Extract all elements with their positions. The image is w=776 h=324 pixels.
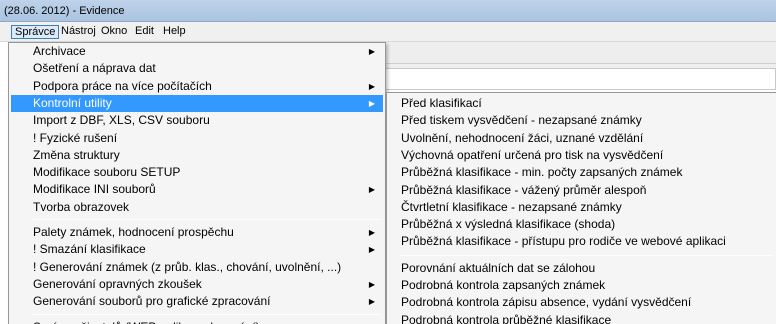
submenu-item-ctvrtletni-klasifikace-nezapsane-znamky[interactable]: Čtvrtletní klasifikace - nezapsané známk… [389,199,775,216]
menu-item-fyzicke-ruseni[interactable]: ! Fyzické rušení [11,130,383,147]
menu-spravce[interactable]: Správce [11,25,60,39]
menu-okno[interactable]: Okno [98,25,130,39]
submenu-item-porovnani-aktualnich-dat-se-zalohou[interactable]: Porovnání aktuálních dat se zálohou [389,260,775,277]
menu-item-sprava-uzivatelu-web-aplikace-logovani[interactable]: Správa uživatelů (WEB aplikace, logování… [11,319,383,324]
menu-item-modifikace-ini-souboru[interactable]: Modifikace INI souborů ▶ [11,181,383,198]
submenu-item-label: Uvolnění, nehodnocení žáci, uznané vzděl… [401,130,644,145]
menu-help[interactable]: Help [160,25,189,39]
menu-item-label: Generování souborů pro grafické zpracová… [33,294,271,309]
submenu-item-label: Podrobná kontrola zapsaných známek [401,278,606,292]
submenu-item-label: Průběžná x výsledná klasifikace (shoda) [401,217,616,232]
triangle-right-icon: ▶ [368,47,375,56]
triangle-right-icon: ▶ [368,228,375,237]
triangle-right-icon: ▶ [368,245,375,255]
title-bar: (28.06. 2012) - Evidence [0,0,776,22]
menu-bar: Správce Nástroj Okno Edit Help [0,22,776,42]
submenu-item-podrobna-kontrola-zapisu-absence-vydani-[interactable]: Podrobná kontrola zápisu absence, vydání… [389,294,775,311]
menu-item-label: Kontrolní utility [33,95,112,110]
window-title: (28.06. 2012) - Evidence [4,5,125,17]
menu-item-generovani-znamek-z-prub-klas-chovani-uv[interactable]: ! Generování známek (z průb. klas., chov… [11,259,383,276]
menu-item-palety-znamek-hodnoceni-prospechu[interactable]: Palety známek, hodnocení prospěchu ▶ [11,224,383,241]
menu-item-label: Správa uživatelů (WEB aplikace, logování… [33,320,260,324]
menu-item-kontrolni-utility[interactable]: Kontrolní utility ▶ [11,94,383,112]
submenu-item-label: Výchovná opatření určená pro tisk na vys… [401,147,664,162]
menu-item-label: ! Smazání klasifikace [33,242,146,257]
menu-item-generovani-souboru-pro-graficke-zpracova[interactable]: Generování souborů pro grafické zpracová… [11,293,383,310]
menu-item-label: ! Fyzické rušení [33,130,118,145]
menu-item-label: Palety známek, hodnocení prospěchu [33,225,234,239]
triangle-right-icon: ▶ [368,279,375,289]
submenu-item-label: Průběžná klasifikace - přístupu pro rodi… [401,234,726,249]
menu-item-archivace[interactable]: Archivace ▶ [11,43,383,60]
menu-item-label: Archivace [33,44,86,58]
menu-item-label: Podpora práce na více počítačích [33,78,212,93]
submenu-item-podrobna-kontrola-prubezne-klasifikace[interactable]: Podrobná kontrola průběžné klasifikace [389,312,775,324]
menu-nastroj[interactable]: Nástroj [58,25,99,39]
submenu-item-label: Průběžná klasifikace - min. počty zapsan… [401,165,683,180]
triangle-right-icon: ▶ [369,319,375,324]
submenu-item-label: Porovnání aktuálních dat se zálohou [401,260,596,275]
menu-item-label: Tvorba obrazovek [33,199,130,214]
menu-item-podpora-prace-na-vice-pocitacich[interactable]: Podpora práce na více počítačích ▶ [11,78,383,95]
submenu-item-label: Před tiskem vysvědčení - nezapsané známk… [401,113,642,128]
submenu-item-label: Podrobná kontrola průběžné klasifikace [401,312,612,324]
triangle-right-icon: ▶ [368,81,375,91]
menu-separator [31,219,381,220]
submenu-item-prubezna-klasifikace-min-pocty-zapsanych[interactable]: Průběžná klasifikace - min. počty zapsan… [389,164,775,181]
menu-item-osetreni-a-naprava-dat[interactable]: Ošetření a náprava dat [11,60,383,77]
submenu-item-pred-klasifikaci[interactable]: Před klasifikací [389,95,775,112]
submenu-item-uvolneni-nehodnoceni-zaci-uznane-vzdelan[interactable]: Uvolnění, nehodnocení žáci, uznané vzděl… [389,130,775,147]
spravce-dropdown-menu: Archivace ▶ Ošetření a náprava dat Podpora … [8,42,386,324]
menu-item-modifikace-souboru-setup[interactable]: Modifikace souboru SETUP [11,164,383,181]
background-input[interactable] [384,68,776,90]
submenu-item-vychovna-opatreni-urcena-pro-tisk-na-vys[interactable]: Výchovná opatření určená pro tisk na vys… [389,147,775,164]
menu-item-generovani-opravnych-zkousek[interactable]: Generování opravných zkoušek ▶ [11,276,383,293]
menu-item-label: Modifikace INI souborů [33,182,156,197]
submenu-item-prubezna-x-vysledna-klasifikace-shoda[interactable]: Průběžná x výsledná klasifikace (shoda) [389,216,775,233]
background-toolbar [384,42,776,64]
triangle-right-icon: ▶ [368,185,375,195]
menu-item-label: Generování opravných zkoušek [33,276,202,291]
submenu-separator [399,254,773,256]
menu-separator [31,313,381,315]
menu-item-import-z-dbf-xls-csv-souboru[interactable]: Import z DBF, XLS, CSV souboru [11,112,383,129]
submenu-item-pred-tiskem-vysvedceni-nezapsane-znamky[interactable]: Před tiskem vysvědčení - nezapsané známk… [389,112,775,129]
submenu-item-podrobna-kontrola-zapsanych-znamek[interactable]: Podrobná kontrola zapsaných známek [389,277,775,294]
submenu-item-label: Průběžná klasifikace - vážený průměr ale… [401,182,647,197]
submenu-item-label: Čtvrtletní klasifikace - nezapsané známk… [401,199,622,214]
menu-item-label: Import z DBF, XLS, CSV souboru [33,113,210,128]
submenu-item-prubezna-klasifikace-pristupu-pro-rodice[interactable]: Průběžná klasifikace - přístupu pro rodi… [389,233,775,250]
triangle-right-icon: ▶ [368,98,375,108]
menu-item-tvorba-obrazovek[interactable]: Tvorba obrazovek [11,199,383,216]
submenu-item-label: Podrobná kontrola zápisu absence, vydání… [401,295,692,310]
menu-item-label: Ošetření a náprava dat [33,61,156,76]
menu-edit[interactable]: Edit [132,25,157,39]
menu-item-label: Změna struktury [33,147,120,162]
triangle-right-icon: ▶ [368,297,375,307]
menu-item-zmena-struktury[interactable]: Změna struktury [11,147,383,164]
menu-item-label: ! Generování známek (z průb. klas., chov… [33,259,342,274]
kontrolni-utility-submenu: Před klasifikací Před tiskem vysvědčení -… [386,92,776,324]
submenu-item-prubezna-klasifikace-vazeny-prumer-alesp[interactable]: Průběžná klasifikace - vážený průměr ale… [389,182,775,199]
menu-item-label: Modifikace souboru SETUP [33,165,181,180]
menu-item-smazani-klasifikace[interactable]: ! Smazání klasifikace ▶ [11,241,383,258]
submenu-item-label: Před klasifikací [401,96,482,110]
